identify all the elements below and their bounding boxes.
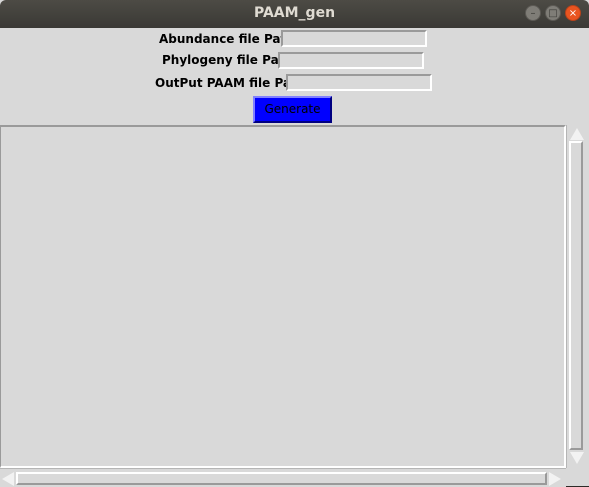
generate-button[interactable]: Generate (253, 96, 332, 123)
abundance-path-input[interactable] (281, 30, 427, 47)
abundance-label: Abundance file Path: (159, 32, 300, 46)
title-bar[interactable]: PAAM_gen – □ × (0, 0, 589, 28)
output-label: OutPut PAAM file Path (155, 76, 306, 90)
window-title: PAAM_gen (253, 5, 336, 21)
minimize-icon[interactable]: – (525, 5, 541, 21)
output-text-area[interactable] (0, 125, 566, 468)
phylogeny-path-input[interactable] (278, 52, 424, 69)
close-icon[interactable]: × (565, 5, 581, 21)
scroll-down-icon[interactable] (570, 452, 584, 464)
scroll-left-icon[interactable] (2, 472, 14, 486)
horizontal-scroll-thumb[interactable] (16, 472, 547, 485)
output-path-input[interactable] (286, 74, 432, 91)
vertical-scrollbar[interactable] (566, 125, 586, 468)
horizontal-scrollbar[interactable] (0, 468, 566, 487)
scroll-right-icon[interactable] (549, 472, 561, 486)
app-window: PAAM_gen – □ × Abundance file Path: Phyl… (0, 0, 589, 487)
phylogeny-label: Phylogeny file Path (162, 53, 293, 67)
scroll-up-icon[interactable] (570, 128, 584, 140)
vertical-scroll-thumb[interactable] (569, 141, 583, 450)
maximize-icon[interactable]: □ (545, 5, 561, 21)
